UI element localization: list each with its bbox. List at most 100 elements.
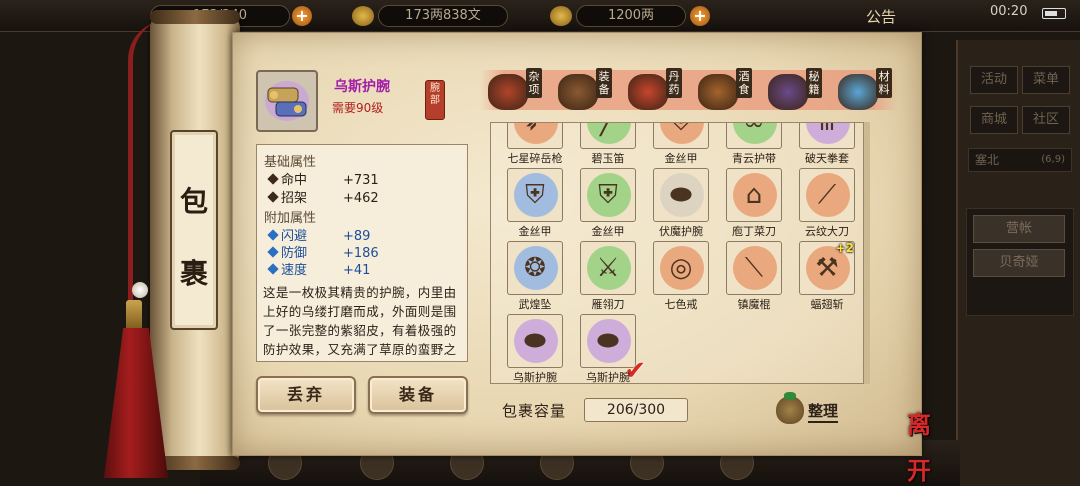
inventory-slot[interactable]: ◎ 七色戒 — [651, 239, 713, 311]
selected-item-name: 乌斯护腕 — [334, 79, 390, 95]
notice-button[interactable]: 公告 — [866, 6, 896, 27]
inventory-slot[interactable]: ⛨ 金丝甲 — [651, 122, 713, 165]
armor-icon: ⛨ — [598, 180, 618, 210]
clock: 00:20 — [990, 4, 1028, 19]
crystal-icon — [838, 74, 878, 110]
item-name: 七色戒 — [664, 298, 698, 311]
category-label: 秘籍 — [806, 68, 822, 98]
copper-coin-icon — [352, 6, 374, 26]
staff-icon: ⟍ — [744, 253, 764, 283]
inventory-slot[interactable]: ╱ 碧玉笛 — [578, 123, 640, 165]
claw-icon: ⋔ — [816, 122, 838, 137]
equip-button[interactable]: 装备 — [368, 376, 468, 414]
selected-item-icon — [256, 70, 318, 132]
inventory-slot[interactable]: ⟋ 云纹大刀 — [797, 166, 859, 238]
item-name: 七星碎岳枪 — [507, 152, 563, 165]
attribute-name: 招架 — [281, 191, 308, 206]
inventory-title-plaque: 包 裹 — [170, 130, 218, 330]
inventory-slot[interactable]: ⌂ 庖丁菜刀 — [724, 166, 786, 238]
community-button[interactable]: 社区 — [1022, 106, 1070, 134]
item-name: 雁翎刀 — [591, 298, 625, 311]
inventory-slot[interactable]: ⚒ +2 蝠翅斩 — [797, 239, 859, 311]
sort-label: 整理 — [808, 400, 839, 423]
category-label: 装备 — [596, 68, 612, 98]
belt-icon: ∞ — [743, 122, 765, 137]
add-silver-button[interactable]: + — [690, 6, 710, 26]
bracer-icon: ⬬ — [523, 326, 547, 356]
npc-list: 营帐 贝奇娅 — [966, 208, 1074, 316]
inventory-slot[interactable]: ❂ 武煌坠 — [505, 239, 567, 311]
book-icon — [768, 74, 808, 110]
inventory-slot[interactable]: ⬬ 乌斯护腕 — [505, 312, 567, 383]
item-name: 云纹大刀 — [805, 225, 849, 238]
inventory-slot[interactable]: ➶ 七星碎岳枪 — [505, 122, 567, 165]
inventory-slot[interactable]: ⬬ 伏魔护腕 — [651, 166, 713, 238]
activity-button[interactable]: 活动 — [970, 66, 1018, 94]
attribute-value: +41 — [343, 263, 371, 278]
inventory-slot[interactable]: ⬬ ✔ 乌斯护腕 — [578, 312, 646, 383]
bracer-icon: ⬬ — [669, 180, 693, 210]
item-name: 金丝甲 — [664, 152, 698, 165]
inventory-slot[interactable]: ⟍ 镇魔棍 — [724, 239, 786, 311]
npc-item-beiqiya[interactable]: 贝奇娅 — [973, 249, 1065, 277]
selected-item-level-requirement: 需要90级 — [332, 101, 384, 115]
menu-button[interactable]: 菜单 — [1022, 66, 1070, 94]
inventory-slot[interactable]: ⋔ 破天拳套 — [797, 122, 859, 165]
category-tab[interactable]: 装备 — [554, 64, 626, 116]
diamond-bullet-icon — [267, 246, 279, 258]
pill-icon — [628, 74, 668, 110]
category-tab[interactable]: 秘籍 — [764, 64, 836, 116]
npc-item-camp[interactable]: 营帐 — [973, 215, 1065, 243]
pot-icon — [488, 74, 528, 110]
saber-icon: ⟋ — [817, 180, 837, 210]
item-name: 金丝甲 — [518, 225, 552, 238]
jar-icon — [698, 74, 738, 110]
enhance-level-badge: +2 — [835, 241, 854, 255]
category-tab[interactable]: 酒食 — [694, 64, 766, 116]
silver-currency-value: 1200两 — [607, 8, 655, 23]
item-icon-frame: ⬬ — [653, 168, 709, 222]
map-coordinates: (6,9) — [1041, 154, 1065, 165]
item-name: 金丝甲 — [591, 225, 625, 238]
inventory-slot[interactable]: ∞ 青云护带 — [724, 122, 786, 165]
item-icon-frame: ⛨ — [580, 168, 636, 222]
sort-button[interactable]: 整理 — [776, 392, 850, 426]
category-label: 丹药 — [666, 68, 682, 98]
spear-icon: ➶ — [524, 122, 546, 137]
item-icon-frame: ⚒ +2 — [799, 241, 855, 295]
silver-currency-display: 1200两 — [576, 5, 686, 27]
inventory-slot[interactable]: ⚔ 雁翎刀 — [578, 239, 640, 311]
armor-icon: ⛨ — [671, 122, 691, 137]
copper-currency-value: 173两838文 — [405, 8, 481, 23]
item-attributes-panel[interactable]: 基础属性 命中 +731 招架 +462 附加属性 闪避 +89 防御 +186 速度 +… — [256, 144, 468, 362]
add-energy-button[interactable]: + — [292, 6, 312, 26]
discard-button[interactable]: 丢弃 — [256, 376, 356, 414]
category-tab[interactable]: 杂项 — [484, 64, 556, 116]
item-icon-frame: ⛨ — [653, 122, 709, 149]
minimap-label[interactable]: 塞北 (6,9) — [968, 148, 1072, 172]
shop-button[interactable]: 商城 — [970, 106, 1018, 134]
money-bag-icon — [776, 392, 804, 424]
tassel-knot — [126, 300, 142, 330]
item-name: 伏魔护腕 — [659, 225, 703, 238]
base-attribute-row: 招架 +462 — [267, 187, 379, 206]
tassel-bead — [132, 282, 148, 298]
category-tab[interactable]: 丹药 — [624, 64, 696, 116]
category-label: 杂项 — [526, 68, 542, 98]
right-side-panel: 活动 菜单 商城 社区 塞北 (6,9) 营帐 贝奇娅 — [956, 40, 1080, 486]
item-name: 碧玉笛 — [591, 152, 625, 165]
attribute-name: 速度 — [281, 263, 308, 278]
inventory-grid[interactable]: ➶ 七星碎岳枪 ╱ 碧玉笛 ⛨ 金丝甲 ∞ 青云护带 ⋔ 破天拳套 ⛨ 金丝甲 ⛨ 金丝甲 ⬬ 伏魔护腕 ⌂ 庖丁… — [490, 122, 864, 384]
category-tab[interactable]: 材料 — [834, 64, 906, 116]
inventory-scrollbar[interactable] — [864, 122, 870, 384]
item-icon-frame: ⟋ — [799, 168, 855, 222]
attribute-name: 命中 — [281, 173, 308, 188]
inventory-slot[interactable]: ⛨ 金丝甲 — [505, 166, 567, 238]
capacity-label: 包裹容量 — [502, 402, 567, 420]
title-char: 包 — [179, 185, 208, 218]
cleaver-icon: ⌂ — [745, 180, 763, 210]
inventory-slot[interactable]: ⛨ 金丝甲 — [578, 166, 640, 238]
item-icon-frame: ⛨ — [507, 168, 563, 222]
leave-button[interactable]: 离开 — [896, 402, 942, 485]
item-icon-frame: ∞ — [726, 122, 782, 149]
